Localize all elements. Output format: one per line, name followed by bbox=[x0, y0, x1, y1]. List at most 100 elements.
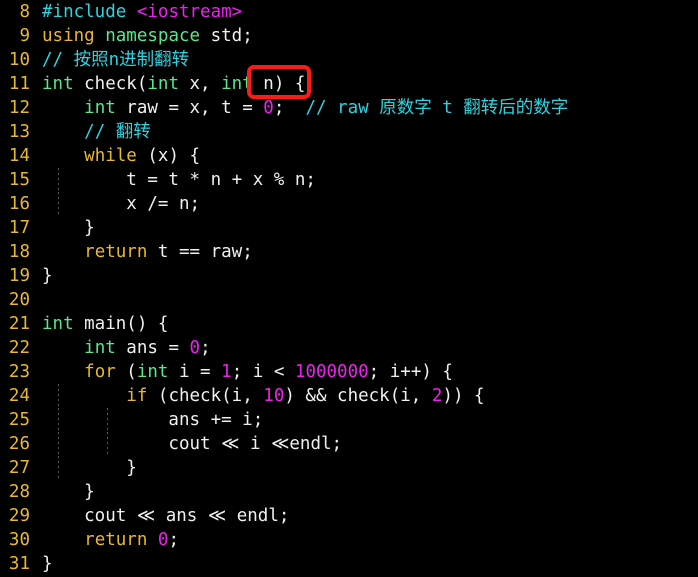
code-token: return bbox=[84, 242, 148, 262]
code-token: return bbox=[84, 530, 148, 550]
code-line-text: if (check(i, 10) && check(i, 2)) { bbox=[42, 384, 484, 408]
line-number: 19 bbox=[8, 266, 30, 286]
code-line[interactable]: 29 cout ≪ ans ≪ endl; bbox=[0, 504, 698, 528]
line-number: 10 bbox=[8, 50, 30, 70]
code-token: ; bbox=[200, 338, 211, 358]
code-token: 0 bbox=[263, 98, 274, 118]
line-number: 17 bbox=[8, 218, 30, 238]
code-line-text: x /= n; bbox=[42, 192, 200, 216]
code-line[interactable]: 19} bbox=[0, 264, 698, 288]
code-token: i = bbox=[168, 362, 222, 382]
line-number: 28 bbox=[8, 482, 30, 502]
code-token: for bbox=[84, 362, 116, 382]
line-number: 13 bbox=[8, 122, 30, 142]
code-token: // 按照n进制翻转 bbox=[42, 50, 190, 70]
code-token: (x) { bbox=[136, 146, 201, 166]
code-token: } bbox=[42, 554, 53, 574]
code-line-text: cout ≪ ans ≪ endl; bbox=[42, 504, 289, 528]
code-token: int bbox=[221, 74, 253, 94]
code-token: while bbox=[84, 146, 137, 166]
code-token: t = t * n + x % n; bbox=[42, 170, 316, 190]
code-line[interactable]: 27 } bbox=[0, 456, 698, 480]
code-token: ; bbox=[273, 98, 306, 118]
code-token: int bbox=[136, 362, 169, 382]
code-token: namespace bbox=[105, 26, 201, 46]
code-line[interactable]: 15 t = t * n + x % n; bbox=[0, 168, 698, 192]
code-token: int bbox=[42, 314, 74, 334]
code-line-text: while (x) { bbox=[42, 144, 200, 168]
code-token: int bbox=[84, 98, 116, 118]
code-token: endl; bbox=[226, 506, 290, 526]
code-line[interactable]: 14 while (x) { bbox=[0, 144, 698, 168]
code-token: raw = x, t = bbox=[115, 98, 264, 118]
code-line-text: for (int i = 1; i < 1000000; i++) { bbox=[42, 360, 453, 384]
code-line[interactable]: 10 // 按照n进制翻转 bbox=[0, 48, 698, 72]
line-number: 11 bbox=[8, 74, 30, 94]
code-token: using bbox=[42, 26, 95, 46]
code-token: 2 bbox=[431, 386, 443, 406]
code-token: ans bbox=[155, 506, 208, 526]
code-token: x, bbox=[178, 74, 222, 94]
code-token: int bbox=[84, 338, 116, 358]
code-line[interactable]: 11 int check(int x, int n) { bbox=[0, 72, 698, 96]
code-line-text: return t == raw; bbox=[42, 240, 253, 264]
code-token: ans = bbox=[115, 338, 190, 358]
code-line-text: } bbox=[42, 480, 95, 504]
line-number: 14 bbox=[8, 146, 30, 166]
code-line[interactable]: 25 ans += i; bbox=[0, 408, 698, 432]
code-line-text: } bbox=[42, 264, 53, 288]
code-line[interactable]: 23 for (int i = 1; i < 1000000; i++) { bbox=[0, 360, 698, 384]
code-line[interactable]: 20 bbox=[0, 288, 698, 312]
code-token: } bbox=[42, 482, 95, 502]
code-token: #include bbox=[42, 2, 127, 22]
code-token: (check(i, bbox=[147, 386, 264, 406]
code-token: x /= n; bbox=[42, 194, 201, 214]
line-number: 9 bbox=[19, 26, 30, 46]
code-line[interactable]: 18 return t == raw; bbox=[0, 240, 698, 264]
code-line[interactable]: 26 cout ≪ i ≪endl; bbox=[0, 432, 698, 456]
code-token: t == raw; bbox=[147, 242, 253, 262]
code-token: cout bbox=[42, 434, 222, 454]
code-token: 1000000 bbox=[294, 362, 369, 382]
code-token: endl; bbox=[289, 434, 343, 454]
code-line-text: } bbox=[42, 552, 53, 576]
line-number: 18 bbox=[8, 242, 30, 262]
code-line[interactable]: 13 // 翻转 bbox=[0, 120, 698, 144]
line-number: 23 bbox=[8, 362, 30, 382]
line-number: 16 bbox=[8, 194, 30, 214]
code-line[interactable]: 24 if (check(i, 10) && check(i, 2)) { bbox=[0, 384, 698, 408]
code-line[interactable]: 30 return 0; bbox=[0, 528, 698, 552]
line-number: 25 bbox=[8, 410, 30, 430]
code-line[interactable]: 21 int main() { bbox=[0, 312, 698, 336]
code-line-text: int check(int x, int n) { bbox=[42, 72, 305, 96]
code-token: if bbox=[126, 386, 148, 406]
code-editor[interactable]: 8 #include <iostream> 9 using namespace std… bbox=[0, 0, 698, 577]
code-line-text: ans += i; bbox=[42, 408, 263, 432]
line-number: 20 bbox=[8, 290, 30, 310]
code-line[interactable]: 8 #include <iostream> bbox=[0, 0, 698, 24]
code-token: 0 bbox=[189, 338, 201, 358]
code-line[interactable]: 12 int raw = x, t = 0; // raw 原数字 t 翻转后的… bbox=[0, 96, 698, 120]
code-line[interactable]: 22 int ans = 0; bbox=[0, 336, 698, 360]
code-token: 10 bbox=[263, 386, 285, 406]
code-line[interactable]: 17 } bbox=[0, 216, 698, 240]
line-number: 29 bbox=[8, 506, 30, 526]
code-line-text: cout ≪ i ≪endl; bbox=[42, 432, 342, 456]
code-line[interactable]: 16 x /= n; bbox=[0, 192, 698, 216]
code-token: cout bbox=[42, 506, 137, 526]
code-token: ≪ bbox=[271, 434, 290, 454]
code-token: <iostream> bbox=[136, 2, 243, 22]
code-token: std; bbox=[200, 26, 253, 46]
code-line-text: return 0; bbox=[42, 528, 179, 552]
line-number: 21 bbox=[8, 314, 30, 334]
code-line[interactable]: 9 using namespace std; bbox=[0, 24, 698, 48]
code-line[interactable]: 28 } bbox=[0, 480, 698, 504]
code-line[interactable]: 31} bbox=[0, 552, 698, 576]
code-lines-container[interactable]: 8 #include <iostream> 9 using namespace std… bbox=[0, 0, 698, 576]
code-token: // raw 原数字 t 翻转后的数字 bbox=[305, 98, 569, 118]
code-line-text: using namespace std; bbox=[42, 24, 253, 48]
